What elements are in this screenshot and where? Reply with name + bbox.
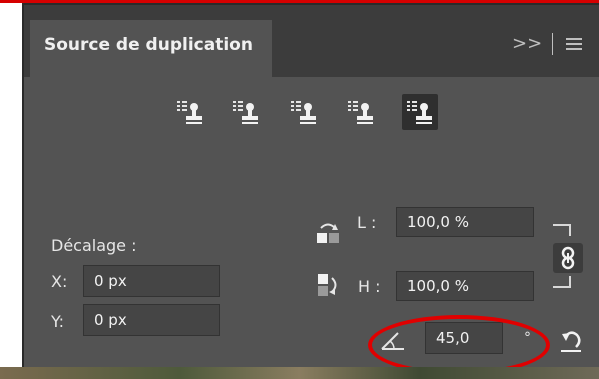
link-bracket-bottom bbox=[553, 286, 571, 288]
width-scale-input[interactable] bbox=[396, 207, 534, 237]
collapse-panel-button[interactable]: >> bbox=[512, 34, 542, 54]
clone-source-1-button[interactable] bbox=[172, 94, 208, 130]
offset-x-input[interactable] bbox=[83, 265, 220, 297]
reset-transform-button[interactable] bbox=[558, 328, 584, 358]
offset-y-input[interactable] bbox=[83, 304, 220, 336]
link-bracket-top-vertical bbox=[569, 224, 571, 236]
clone-source-4-button[interactable] bbox=[343, 94, 379, 130]
clone-source-icon bbox=[233, 101, 258, 124]
offset-label: Décalage : bbox=[51, 236, 137, 255]
panel-menu-icon[interactable] bbox=[566, 38, 582, 53]
tab-title: Source de duplication bbox=[44, 35, 253, 55]
tab-clone-source[interactable]: Source de duplication bbox=[30, 20, 272, 77]
clone-source-icon bbox=[348, 101, 373, 124]
background-image-strip bbox=[0, 367, 599, 379]
width-label: L : bbox=[357, 213, 377, 232]
flip-vertical-icon[interactable] bbox=[316, 272, 342, 302]
offset-x-label: X: bbox=[51, 272, 68, 291]
clone-source-2-button[interactable] bbox=[228, 94, 264, 130]
flip-horizontal-icon[interactable] bbox=[315, 222, 341, 248]
link-icon bbox=[561, 246, 575, 270]
highlight-ellipse bbox=[368, 315, 550, 375]
height-scale-input[interactable] bbox=[396, 271, 534, 301]
reset-icon bbox=[561, 331, 581, 352]
clone-source-icon bbox=[177, 101, 202, 124]
link-scale-button[interactable] bbox=[553, 243, 583, 273]
height-label: H : bbox=[358, 277, 381, 296]
clone-source-icon bbox=[291, 101, 316, 124]
tabbar-separator bbox=[552, 33, 553, 55]
offset-y-label: Y: bbox=[51, 312, 65, 331]
clone-source-icon bbox=[407, 101, 432, 124]
clone-source-3-button[interactable] bbox=[286, 94, 322, 130]
clone-source-5-button[interactable] bbox=[402, 94, 438, 130]
